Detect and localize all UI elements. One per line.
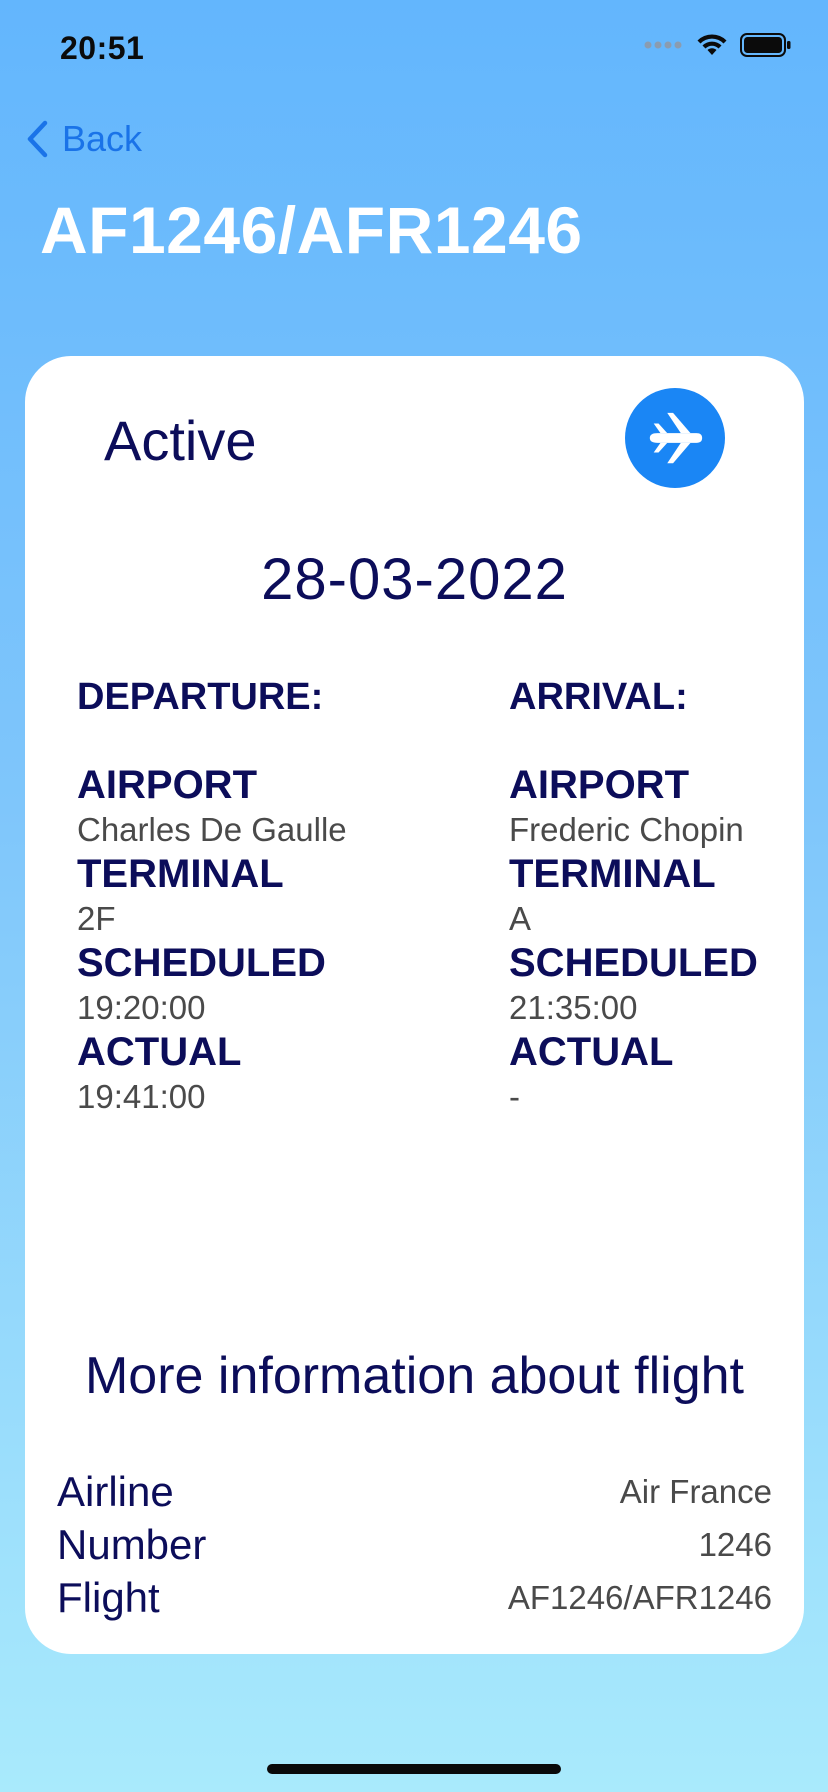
arrival-actual: - (509, 1078, 520, 1115)
arrival-heading: ARRIVAL: (509, 676, 688, 718)
departure-terminal: 2F (77, 900, 116, 937)
arrival-airport: Frederic Chopin (509, 811, 744, 848)
departure-scheduled: 19:20:00 (77, 989, 206, 1026)
info-value: AF1246/AFR1246 (507, 1579, 772, 1616)
more-info-title: More information about flight (84, 1347, 744, 1405)
arrival-airport-label: AIRPORT (509, 763, 689, 807)
info-row-airline: Airline Air France (57, 1468, 772, 1516)
status-time: 20:51 (60, 30, 145, 66)
departure-heading: DEPARTURE: (77, 676, 324, 718)
battery-icon (740, 33, 791, 57)
cellular-signal-icon (644, 41, 682, 49)
flight-status: Active (104, 409, 257, 472)
arrival-column: ARRIVAL: AIRPORT Frederic Chopin TERMINA… (509, 676, 758, 1118)
departure-actual: 19:41:00 (77, 1078, 206, 1115)
departure-scheduled-label: SCHEDULED (77, 941, 326, 985)
info-key: Flight (57, 1574, 160, 1621)
departure-airport: Charles De Gaulle (77, 811, 347, 848)
status-badge (625, 388, 725, 488)
arrival-actual-label: ACTUAL (509, 1030, 674, 1074)
info-value: Air France (619, 1473, 772, 1510)
info-row-flight: Flight AF1246/AFR1246 (57, 1574, 772, 1622)
wifi-icon (697, 34, 727, 55)
home-indicator[interactable] (267, 1764, 561, 1774)
chevron-left-icon (27, 120, 48, 158)
arrival-terminal: A (509, 900, 532, 937)
back-button[interactable]: Back (24, 118, 142, 160)
info-key: Airline (57, 1468, 174, 1515)
back-label: Back (62, 118, 143, 159)
airplane-icon (649, 412, 703, 464)
info-value: 1246 (698, 1526, 772, 1563)
arrival-scheduled: 21:35:00 (509, 989, 638, 1026)
arrival-terminal-label: TERMINAL (509, 852, 716, 896)
page-title: AF1246/AFR1246 (40, 193, 583, 267)
departure-actual-label: ACTUAL (77, 1030, 242, 1074)
departure-airport-label: AIRPORT (77, 763, 257, 807)
flight-card: Active 28-03-2022 DEPARTURE: AIRPORT Cha… (25, 356, 804, 1654)
flight-date: 28-03-2022 (261, 547, 568, 612)
info-row-number: Number 1246 (57, 1521, 772, 1569)
arrival-scheduled-label: SCHEDULED (509, 941, 758, 985)
info-key: Number (57, 1521, 207, 1568)
departure-column: DEPARTURE: AIRPORT Charles De Gaulle TER… (77, 676, 347, 1118)
departure-terminal-label: TERMINAL (77, 852, 284, 896)
status-bar: 20:51 (0, 0, 828, 100)
status-icons (644, 33, 792, 57)
